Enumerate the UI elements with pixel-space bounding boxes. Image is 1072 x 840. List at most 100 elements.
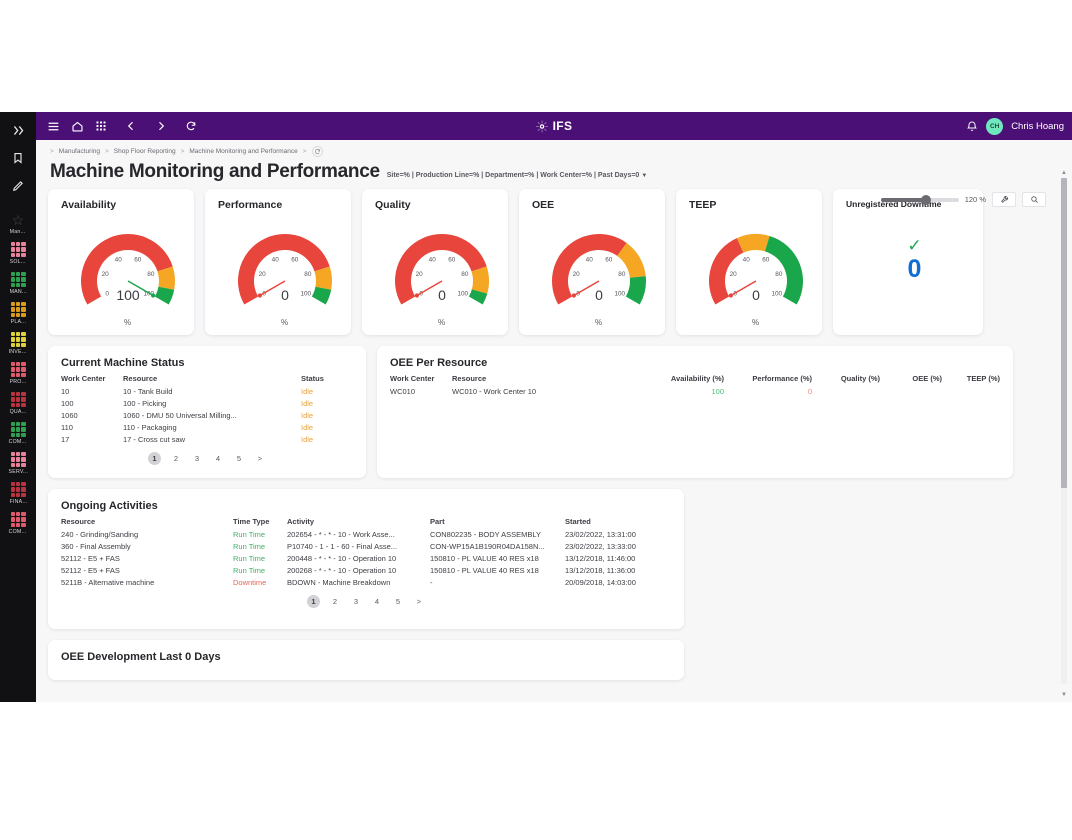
rail-item-6[interactable]: QUA... — [0, 392, 36, 415]
table-row[interactable]: 1010 - Tank BuildIdle — [61, 385, 353, 397]
zoom-slider[interactable] — [881, 198, 959, 202]
svg-text:0: 0 — [595, 287, 603, 303]
table-row[interactable]: 100100 - PickingIdle — [61, 397, 353, 409]
table-row[interactable]: 52112 - E5 + FASRun Time200448 - * - * -… — [61, 552, 671, 564]
pager-page-2[interactable]: 2 — [170, 454, 182, 463]
cell-time-type: Run Time — [233, 540, 287, 552]
table-row[interactable]: 1717 - Cross cut sawIdle — [61, 433, 353, 445]
breadcrumb-refresh-icon[interactable] — [312, 146, 323, 157]
menu-icon[interactable] — [42, 115, 64, 137]
table-row[interactable]: 10601060 - DMU 50 Universal Milling...Id… — [61, 409, 353, 421]
svg-text:0: 0 — [752, 287, 760, 303]
cell-time-type: Run Time — [233, 564, 287, 576]
pager-page-3[interactable]: 3 — [191, 454, 203, 463]
table-row[interactable]: 5211B - Alternative machineDowntimeBDOWN… — [61, 576, 671, 588]
rail-item-2[interactable]: MAN... — [0, 272, 36, 295]
svg-text:60: 60 — [448, 256, 456, 263]
svg-text:80: 80 — [461, 271, 469, 278]
col-resource: Resource — [61, 512, 233, 528]
breadcrumb-item-1[interactable]: Shop Floor Reporting — [114, 148, 176, 155]
table-row[interactable]: 240 - Grinding/SandingRun Time202654 - *… — [61, 528, 671, 540]
ongoing-activities-pager: 12345 > — [61, 595, 671, 608]
table-row[interactable]: 52112 - E5 + FASRun Time200268 - * - * -… — [61, 564, 671, 576]
pager-page-4[interactable]: 4 — [212, 454, 224, 463]
pager-next-button[interactable]: > — [413, 597, 425, 606]
rail-item-1[interactable]: SOL... — [0, 242, 36, 265]
table-row[interactable]: WC010WC010 - Work Center 101000 — [390, 385, 1000, 397]
grid-icon — [11, 242, 26, 257]
gauge-unit-label: % — [124, 318, 131, 327]
table-row[interactable]: 110110 - PackagingIdle — [61, 421, 353, 433]
svg-text:40: 40 — [742, 256, 750, 263]
rail-item-10[interactable]: COM... — [0, 512, 36, 535]
breadcrumb-item-0[interactable]: Manufacturing — [59, 148, 100, 155]
cell-time-type: Run Time — [233, 552, 287, 564]
pager-page-1[interactable]: 1 — [148, 452, 161, 465]
col-work-center: Work Center — [390, 369, 452, 385]
cell-started: 20/09/2018, 14:03:00 — [565, 576, 671, 588]
cell-started: 13/12/2018, 11:46:00 — [565, 552, 671, 564]
rail-item-3[interactable]: PLA... — [0, 302, 36, 325]
check-icon: ✓ — [907, 239, 921, 252]
gauge-unit-label: % — [438, 318, 445, 327]
pager-page-1[interactable]: 1 — [307, 595, 320, 608]
oee-per-resource-table: Work Center Resource Availability (%) Pe… — [390, 369, 1000, 397]
forward-icon[interactable] — [150, 115, 172, 137]
scrollbar-track[interactable] — [1061, 178, 1067, 684]
avatar[interactable]: CH — [986, 118, 1003, 135]
ifs-logo: IFS — [536, 119, 573, 133]
rail-item-7[interactable]: COM... — [0, 422, 36, 445]
scroll-down-arrow-icon[interactable]: ▼ — [1060, 692, 1068, 698]
ifs-logo-mark — [536, 120, 549, 133]
rail-item-8[interactable]: SERV... — [0, 452, 36, 475]
gauge-unit-label: % — [752, 318, 759, 327]
rail-item-4[interactable]: INVE... — [0, 332, 36, 355]
table-row[interactable]: 360 - Final AssemblyRun TimeP10740 - 1 -… — [61, 540, 671, 552]
pencil-icon[interactable] — [0, 172, 36, 200]
pager-page-5[interactable]: 5 — [392, 597, 404, 606]
col-resource: Resource — [123, 369, 301, 385]
refresh-icon[interactable] — [180, 115, 202, 137]
search-icon[interactable] — [1022, 192, 1046, 207]
pager-page-5[interactable]: 5 — [233, 454, 245, 463]
filter-summary[interactable]: Site=% | Production Line=% | Department=… — [387, 172, 648, 179]
home-icon[interactable] — [66, 115, 88, 137]
kpi-gauge-row: Availability020406080100100%Performance0… — [48, 189, 1046, 335]
zoom-slider-knob[interactable] — [921, 195, 931, 205]
breadcrumb-sep: > — [50, 148, 54, 155]
ongoing-activities-card: Ongoing Activities Resource Time Type Ac… — [48, 489, 684, 629]
grid-icon — [11, 422, 26, 437]
svg-text:20: 20 — [258, 271, 266, 278]
chevron-down-icon[interactable]: ▼ — [641, 173, 647, 179]
cell-started: 23/02/2022, 13:31:00 — [565, 528, 671, 540]
page-header: Machine Monitoring and Performance Site=… — [36, 157, 1072, 183]
pager-page-4[interactable]: 4 — [371, 597, 383, 606]
cell-resource: 110 - Packaging — [123, 421, 301, 433]
bell-icon[interactable] — [966, 120, 978, 132]
vertical-scrollbar[interactable]: ▲ ▼ — [1060, 170, 1068, 698]
scrollbar-thumb[interactable] — [1061, 178, 1067, 488]
apps-grid-icon[interactable] — [90, 115, 112, 137]
pager-next-button[interactable]: > — [254, 454, 266, 463]
cell-quality — [812, 385, 880, 397]
back-icon[interactable] — [120, 115, 142, 137]
bookmark-icon[interactable] — [0, 144, 36, 172]
svg-text:100: 100 — [116, 287, 140, 303]
cell-work-center: 17 — [61, 433, 123, 445]
wrench-icon[interactable] — [992, 192, 1016, 207]
user-name[interactable]: Chris Hoang — [1011, 121, 1064, 132]
pager-page-2[interactable]: 2 — [329, 597, 341, 606]
cell-work-center: 1060 — [61, 409, 123, 421]
rail-item-0[interactable]: ☆Man... — [0, 213, 36, 235]
rail-item-9[interactable]: FINA... — [0, 482, 36, 505]
svg-text:40: 40 — [428, 256, 436, 263]
scroll-up-arrow-icon[interactable]: ▲ — [1060, 170, 1068, 176]
cell-part: CON802235 - BODY ASSEMBLY — [430, 528, 565, 540]
chevron-double-right-icon[interactable] — [0, 116, 36, 144]
rail-item-5[interactable]: PRO... — [0, 362, 36, 385]
breadcrumb-sep: > — [105, 148, 109, 155]
rail-item-label: QUA... — [9, 409, 26, 415]
gauge-chart: 020406080100100% — [61, 213, 194, 327]
pager-page-3[interactable]: 3 — [350, 597, 362, 606]
breadcrumb-item-2[interactable]: Machine Monitoring and Performance — [189, 148, 297, 155]
